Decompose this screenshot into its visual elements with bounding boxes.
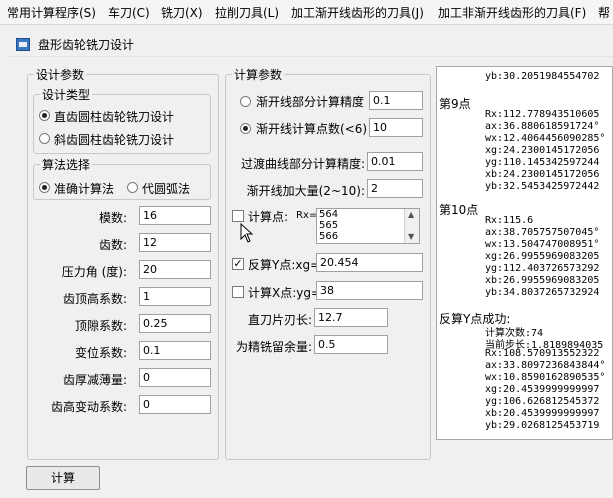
menu-bar: 常用计算程序(S) 车刀(C) 铣刀(X) 拉削刀具(L) 加工渐开线齿形的刀具… (0, 0, 613, 25)
helical-gear-radio[interactable] (39, 133, 50, 144)
menu-non-involute-tools[interactable]: 加工非渐开线齿形的刀具(F) (438, 4, 586, 21)
output-line: ax:33.8097236843844° (485, 360, 606, 371)
thickness-reduction-input[interactable] (139, 368, 211, 387)
arc-approx-label: 代圆弧法 (142, 182, 191, 196)
output-line: Rx:115.6 (485, 215, 534, 226)
output-line: xb:26.9955969083205 (485, 275, 600, 286)
finish-allowance-label: 为精铣留余量: (235, 340, 312, 354)
module-input[interactable] (139, 206, 211, 225)
list-scrollbar[interactable]: ▲ ▼ (404, 209, 419, 243)
list-item[interactable]: 564 (319, 209, 338, 220)
point-10-title: 第10点 (439, 203, 479, 217)
height-change-coef-label: 齿高变动系数: (50, 400, 127, 414)
design-params-legend: 设计参数 (36, 68, 85, 82)
exact-calc-label: 准确计算法 (54, 182, 115, 196)
involute-density-label: 渐开线加大量(2~10): (246, 184, 365, 198)
teeth-label: 齿数: (98, 238, 127, 252)
list-item[interactable]: 565 (319, 220, 338, 231)
calc-x-checkbox[interactable] (232, 286, 244, 298)
output-line: xg:24.2300145172056 (485, 145, 600, 156)
reverse-y-label: 反算Y点:xg= (248, 258, 321, 272)
calc-point-checkbox[interactable] (232, 210, 244, 222)
spur-gear-radio[interactable] (39, 110, 50, 121)
reverse-y-xg-input[interactable] (316, 253, 423, 272)
output-line: yb:30.2051984554702 (485, 71, 600, 82)
transition-precision-label: 过渡曲线部分计算精度: (240, 157, 365, 171)
menu-common-calc[interactable]: 常用计算程序(S) (7, 4, 96, 21)
output-line: yb:32.5453425972442 (485, 181, 600, 192)
output-line: wx:12.4064456090285° (485, 133, 606, 144)
shift-coef-label: 变位系数: (74, 346, 127, 360)
arc-approx-radio[interactable] (127, 182, 138, 193)
menu-broach-tool[interactable]: 拉削刀具(L) (215, 4, 279, 21)
involute-points-label: 渐开线计算点数(<6) (256, 122, 368, 136)
clearance-coef-label: 顶隙系数: (74, 319, 127, 333)
scroll-up-icon[interactable]: ▲ (408, 210, 414, 219)
output-textbox[interactable]: yb:30.2051984554702 第9点 Rx:112.778943510… (436, 66, 613, 440)
calc-x-label: 计算X点:yg= (248, 286, 322, 300)
window-icon (16, 38, 30, 51)
teeth-input[interactable] (139, 233, 211, 252)
output-line: yb:29.0268125453719 (485, 420, 600, 431)
calc-x-yg-input[interactable] (316, 281, 423, 300)
blade-length-input[interactable] (314, 308, 388, 327)
involute-precision-radio[interactable] (240, 96, 251, 107)
algorithm-legend: 算法选择 (42, 158, 91, 172)
output-line: wx:10.8590162890535° (485, 372, 606, 383)
output-line: Rx:112.778943510605 (485, 109, 600, 120)
output-line: yb:34.8037265732924 (485, 287, 600, 298)
menu-help[interactable]: 帮 (598, 4, 610, 21)
menu-involute-tools[interactable]: 加工渐开线齿形的刀具(J) (291, 4, 424, 21)
involute-points-input[interactable] (369, 118, 423, 137)
output-line: Rx:108.570913552322 (485, 348, 600, 359)
output-line: ax:38.705757507045° (485, 227, 600, 238)
output-line: xb:24.2300145172056 (485, 169, 600, 180)
list-item[interactable]: 566 (319, 231, 338, 242)
addendum-coef-label: 齿顶高系数: (62, 292, 127, 306)
menu-milling-cutter[interactable]: 铣刀(X) (161, 4, 203, 21)
point-9-title: 第9点 (439, 97, 471, 111)
exact-calc-radio[interactable] (39, 182, 50, 193)
mouse-cursor-icon (240, 223, 254, 243)
calculate-button[interactable]: 计算 (26, 466, 100, 490)
reverse-y-checkbox[interactable]: ✓ (232, 258, 244, 270)
involute-points-radio[interactable] (240, 123, 251, 134)
spur-gear-label: 直齿圆柱齿轮铣刀设计 (54, 110, 175, 124)
design-type-legend: 设计类型 (42, 88, 91, 102)
output-line: yg:106.626812545372 (485, 396, 600, 407)
involute-precision-label: 渐开线部分计算精度 (256, 95, 365, 109)
involute-density-input[interactable] (367, 179, 423, 198)
output-line: ax:36.880618591724° (485, 121, 600, 132)
addendum-coef-input[interactable] (139, 287, 211, 306)
finish-allowance-input[interactable] (314, 335, 388, 354)
calc-params-legend: 计算参数 (234, 68, 283, 82)
window-title-bar: 盘形齿轮铣刀设计 (8, 30, 613, 56)
calc-point-label: 计算点: (248, 210, 289, 224)
height-change-coef-input[interactable] (139, 395, 211, 414)
pressure-angle-input[interactable] (139, 260, 211, 279)
pressure-angle-label: 压力角 (度): (61, 265, 127, 279)
involute-precision-input[interactable] (369, 91, 423, 110)
output-line: yg:110.145342597244 (485, 157, 600, 168)
output-line: yg:112.403726573292 (485, 263, 600, 274)
output-line: xg:26.9955969083205 (485, 251, 600, 262)
shift-coef-input[interactable] (139, 341, 211, 360)
output-line: xb:20.4539999999997 (485, 408, 600, 419)
scroll-down-icon[interactable]: ▼ (408, 232, 414, 241)
blade-length-label: 直刀片刃长: (247, 313, 312, 327)
clearance-coef-input[interactable] (139, 314, 211, 333)
module-label: 模数: (98, 211, 127, 225)
helical-gear-label: 斜齿圆柱齿轮铣刀设计 (54, 133, 175, 147)
menu-lathe-tool[interactable]: 车刀(C) (108, 4, 150, 21)
rx-label: Rx= (296, 210, 318, 221)
rx-point-list[interactable]: 564 565 566 ▲ ▼ (316, 208, 420, 244)
output-line: xg:20.4539999999997 (485, 384, 600, 395)
transition-precision-input[interactable] (367, 152, 423, 171)
output-line: wx:13.504747008951° (485, 239, 600, 250)
thickness-reduction-label: 齿厚减薄量: (62, 373, 127, 387)
window-title: 盘形齿轮铣刀设计 (38, 38, 135, 52)
